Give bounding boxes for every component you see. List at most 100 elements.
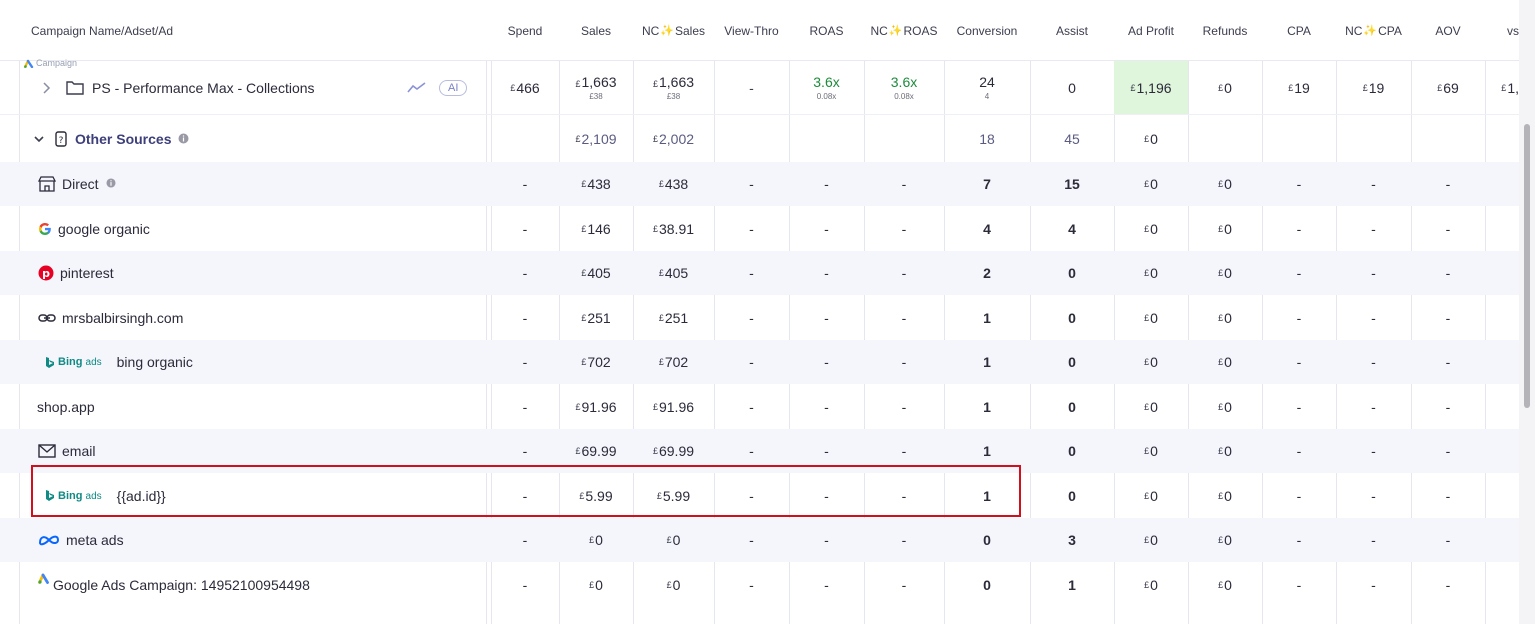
nc-label: NC: [641, 23, 660, 38]
table-row[interactable]: google organic - £146 £38.91 - - - 4 4 £0 £0 - - -: [0, 206, 1519, 251]
ai-badge-button[interactable]: AI: [439, 79, 468, 96]
campaign-refunds: £0: [1218, 79, 1232, 96]
cell-cpa: -: [1296, 176, 1302, 192]
source-name-cell: meta ads: [38, 518, 478, 562]
cell-view-thro: -: [749, 176, 754, 192]
col-header-view-thro[interactable]: View-Thro: [714, 0, 789, 61]
col-header-spend[interactable]: Spend: [491, 0, 559, 61]
cell-nc-roas: -: [901, 354, 907, 370]
col-header-nc-sales[interactable]: NC ✨ Sales: [633, 0, 714, 61]
other-sources-label-cell: ? Other Sources: [33, 115, 483, 162]
source-name[interactable]: shop.app: [37, 399, 95, 415]
cell-conversion: 2: [983, 265, 991, 281]
cell-ad-profit: £0: [1144, 398, 1158, 415]
cell-cpa: -: [1296, 220, 1302, 237]
cell-ad-profit: £0: [1144, 309, 1158, 326]
source-name-cell: Bing ads bing organic: [45, 340, 485, 384]
cell-spend: -: [522, 354, 528, 370]
cell-roas: -: [824, 576, 829, 593]
col-header-sales[interactable]: Sales: [559, 0, 633, 61]
table-row[interactable]: meta ads - £0 £0 - - - 0 3 £0 £0 - - -: [0, 518, 1519, 562]
sparkle-icon: ✨: [888, 25, 903, 37]
other-sources-label[interactable]: Other Sources: [75, 131, 171, 147]
table-row[interactable]: Google Ads Campaign: 14952100954498 - £0 £0…: [0, 562, 1519, 607]
campaign-roas: 3.6x 0.08x: [813, 74, 840, 101]
campaign-spend: £466: [510, 79, 540, 96]
cell-nc-cpa: -: [1371, 532, 1376, 548]
col-header-conversion[interactable]: Conversion: [944, 0, 1030, 61]
cell-assist: 1: [1068, 576, 1076, 593]
cell-cpa: -: [1296, 576, 1302, 593]
scrollbar-thumb[interactable]: [1524, 124, 1530, 408]
col-header-nc-roas[interactable]: NC ✨ ROAS: [864, 0, 944, 61]
cell-roas: -: [824, 354, 829, 370]
cell-assist: 15: [1064, 176, 1080, 192]
trend-icon[interactable]: [407, 81, 427, 94]
source-name[interactable]: bing organic: [117, 354, 193, 370]
cell-refunds: £0: [1218, 398, 1232, 415]
cell-ad-profit: £0: [1144, 176, 1158, 192]
cell-sales: £0: [589, 576, 603, 593]
source-name[interactable]: google organic: [58, 221, 150, 237]
col-header-assist[interactable]: Assist: [1030, 0, 1114, 61]
col-header-nc-cpa[interactable]: NC ✨ CPA: [1336, 0, 1411, 61]
cell-nc-sales: £0: [666, 532, 681, 548]
folder-icon: [66, 81, 84, 95]
other-sources-row[interactable]: ? Other Sources £2,109 £2,002 18 45 £0: [0, 114, 1519, 162]
table-row[interactable]: shop.app - £91.96 £91.96 - - - 1 0 £0 £0 - - -: [0, 384, 1519, 429]
cell-refunds: £0: [1218, 576, 1232, 593]
info-icon[interactable]: [178, 133, 189, 144]
cell-view-thro: -: [749, 309, 754, 326]
svg-text:p: p: [42, 267, 50, 280]
cell-aov: -: [1445, 220, 1451, 237]
cell-cpa: -: [1296, 354, 1302, 370]
col-header-refunds[interactable]: Refunds: [1188, 0, 1262, 61]
chevron-down-icon[interactable]: [33, 133, 45, 145]
source-name[interactable]: pinterest: [60, 265, 114, 281]
col-header-ad-profit[interactable]: Ad Profit: [1114, 0, 1188, 61]
table-row[interactable]: p pinterest - £405 £405 - - - 2 0 £0 £0 - - -: [0, 251, 1519, 295]
cell-conversion: 7: [983, 176, 991, 192]
campaign-name[interactable]: PS - Performance Max - Collections: [92, 80, 315, 96]
source-name[interactable]: meta ads: [66, 532, 124, 548]
cell-view-thro: -: [749, 220, 754, 237]
col-header-cpa[interactable]: CPA: [1262, 0, 1336, 61]
table-row[interactable]: Bing ads bing organic - £702 £702 - - - 1 0 £0 £0 - -…: [0, 340, 1519, 384]
cell-nc-sales: £405: [658, 265, 689, 281]
col-header-aov[interactable]: AOV: [1411, 0, 1485, 61]
campaign-row[interactable]: Campaign PS - Performance Max - Collecti…: [0, 58, 1519, 114]
cell-aov: -: [1445, 398, 1451, 415]
source-name-cell: shop.app: [37, 384, 477, 429]
cell-nc-sales: £438: [658, 176, 689, 192]
cell-ad-profit: £0: [1144, 220, 1158, 237]
cell-roas: -: [824, 532, 829, 548]
cell-assist: 3: [1068, 532, 1076, 548]
source-name[interactable]: email: [62, 443, 95, 459]
chevron-right-icon[interactable]: [40, 81, 52, 95]
cell-view-thro: -: [749, 398, 754, 415]
cell-assist: 0: [1068, 443, 1076, 459]
source-name[interactable]: Google Ads Campaign: 14952100954498: [53, 577, 310, 593]
col-header-roas[interactable]: ROAS: [789, 0, 864, 61]
cell-nc-roas: -: [901, 176, 907, 192]
source-name[interactable]: Direct: [62, 176, 99, 192]
google-icon: [38, 222, 52, 236]
col-header-name[interactable]: Campaign Name/Adset/Ad: [0, 0, 491, 61]
source-name[interactable]: mrsbalbirsingh.com: [62, 310, 183, 326]
info-icon[interactable]: [106, 175, 116, 191]
source-name-cell: Direct: [38, 162, 478, 206]
cell-assist: 0: [1068, 354, 1076, 370]
table-row[interactable]: mrsbalbirsingh.com - £251 £251 - - - 1 0 £0 £0 - - -: [0, 295, 1519, 340]
col-header-vs[interactable]: vs: [1485, 0, 1519, 61]
cell-cpa: -: [1296, 309, 1302, 326]
cell-spend: -: [522, 309, 528, 326]
cell-view-thro: -: [749, 576, 754, 593]
table-row[interactable]: Direct - £438 £438 - - - 7 15 £0 £0 - - -: [0, 162, 1519, 206]
cell-cpa: -: [1296, 265, 1302, 281]
vertical-scrollbar[interactable]: [1519, 0, 1535, 624]
cell-refunds: £0: [1218, 220, 1232, 237]
bing-ads-icon: Bing ads: [45, 356, 102, 369]
svg-text:?: ?: [59, 136, 64, 146]
cell-view-thro: -: [749, 354, 754, 370]
cell-roas: -: [824, 309, 829, 326]
